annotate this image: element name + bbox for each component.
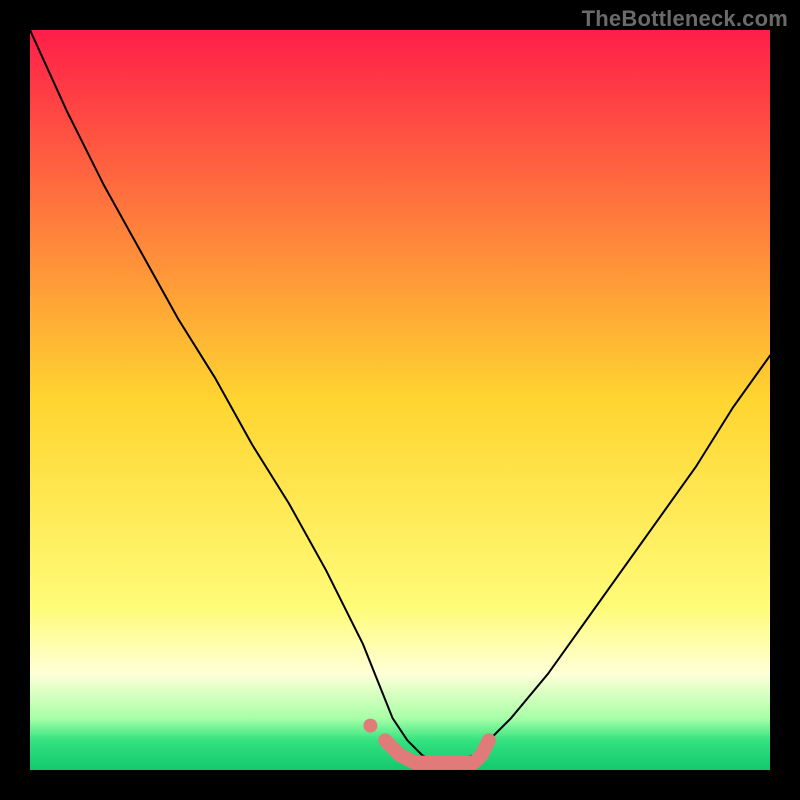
bottleneck-chart	[30, 30, 770, 770]
chart-background	[30, 30, 770, 770]
optimal-marker-dot	[363, 719, 377, 733]
watermark-text: TheBottleneck.com	[582, 6, 788, 32]
